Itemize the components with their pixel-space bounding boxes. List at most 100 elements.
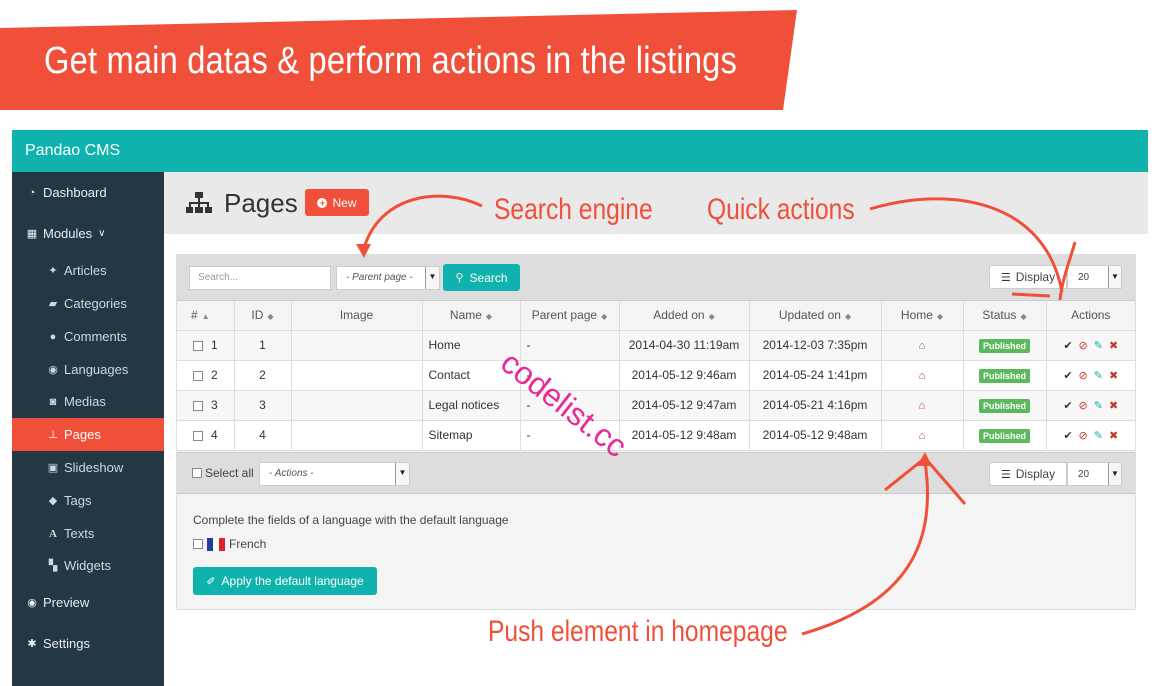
sidebar-item-comments[interactable]: ● Comments: [12, 320, 164, 353]
select-all-label: Select all: [205, 466, 254, 480]
bulk-actions-bar: Select all - Actions - ▼ ☰ Display 20 ▼: [177, 452, 1135, 494]
table-row: 2 2 Contact - 2014-05-12 9:46am 2014-05-…: [177, 360, 1135, 391]
sidebar-item-medias[interactable]: ◙ Medias: [12, 385, 164, 418]
row-status: Published: [963, 360, 1047, 391]
check-icon[interactable]: ✔: [1063, 430, 1072, 442]
row-home[interactable]: ⌂: [881, 420, 964, 451]
row-num: 3: [211, 398, 218, 412]
sidebar-item-tags[interactable]: ◆ Tags: [12, 484, 164, 517]
default-language-hint: Complete the fields of a language with t…: [193, 513, 509, 527]
select-all-checkbox[interactable]: [192, 468, 202, 478]
row-status: Published: [963, 330, 1047, 361]
row-name[interactable]: Home: [422, 330, 521, 361]
magic-wand-icon: ✐: [206, 575, 216, 588]
search-button[interactable]: ⚲ Search: [443, 264, 520, 291]
new-button-label: New: [332, 195, 357, 210]
row-checkbox[interactable]: [193, 430, 203, 441]
check-icon[interactable]: ✔: [1063, 400, 1072, 412]
row-home[interactable]: ⌂: [881, 360, 964, 391]
search-icon: ⚲: [455, 272, 464, 284]
parent-page-select[interactable]: - Parent page - ▼: [336, 266, 440, 290]
delete-icon[interactable]: ✖: [1109, 400, 1118, 412]
ban-icon[interactable]: ⊘: [1079, 400, 1088, 412]
search-input[interactable]: Search...: [189, 266, 331, 290]
home-icon[interactable]: ⌂: [919, 430, 926, 442]
display-button-label: Display: [1015, 467, 1056, 481]
column-header-name[interactable]: Name ◆: [422, 301, 521, 331]
sidebar-item-categories[interactable]: ▰ Categories: [12, 287, 164, 320]
row-added: 2014-05-12 9:48am: [619, 420, 750, 451]
display-count-value: 20: [1078, 272, 1090, 283]
column-header-status[interactable]: Status ◆: [963, 301, 1047, 331]
display-count-select[interactable]: 20 ▼: [1067, 462, 1122, 486]
row-actions: ✔ ⊘ ✎ ✖: [1046, 360, 1135, 391]
edit-icon[interactable]: ✎: [1094, 340, 1103, 352]
language-checkbox[interactable]: [193, 539, 203, 549]
row-actions: ✔ ⊘ ✎ ✖: [1046, 330, 1135, 361]
sidebar-item-languages[interactable]: ◉ Languages: [12, 353, 164, 386]
sidebar-item-pages[interactable]: ⊥ Pages: [12, 418, 164, 451]
app-title[interactable]: Pandao CMS: [25, 142, 120, 159]
globe-icon: ◉: [48, 363, 58, 376]
column-header-updated[interactable]: Updated on ◆: [749, 301, 882, 331]
ban-icon[interactable]: ⊘: [1079, 370, 1088, 382]
bulk-actions-select[interactable]: - Actions - ▼: [259, 462, 410, 486]
row-name[interactable]: Legal notices: [422, 390, 521, 421]
folder-icon: ▰: [48, 297, 58, 310]
sidebar-item-articles[interactable]: ✦ Articles: [12, 254, 164, 287]
row-status: Published: [963, 390, 1047, 421]
sidebar-item-label: Modules: [43, 226, 93, 241]
home-icon[interactable]: ⌂: [919, 370, 926, 382]
status-badge[interactable]: Published: [978, 338, 1030, 353]
column-header-home[interactable]: Home ◆: [881, 301, 964, 331]
column-header-parent[interactable]: Parent page ◆: [520, 301, 620, 331]
sidebar-item-widgets[interactable]: ▚ Widgets: [12, 549, 164, 582]
sidebar-item-settings[interactable]: ✱ Settings: [12, 627, 164, 660]
delete-icon[interactable]: ✖: [1109, 370, 1118, 382]
edit-icon[interactable]: ✎: [1094, 430, 1103, 442]
row-checkbox[interactable]: [193, 370, 203, 381]
widgets-icon: ▚: [48, 559, 58, 572]
home-icon[interactable]: ⌂: [919, 400, 926, 412]
check-icon[interactable]: ✔: [1063, 370, 1072, 382]
sidebar-item-slideshow[interactable]: ▣ Slideshow: [12, 451, 164, 484]
check-icon[interactable]: ✔: [1063, 340, 1072, 352]
display-button[interactable]: ☰ Display: [989, 265, 1067, 289]
edit-icon[interactable]: ✎: [1094, 370, 1103, 382]
row-checkbox[interactable]: [193, 400, 203, 411]
column-header-added[interactable]: Added on ◆: [619, 301, 750, 331]
sitemap-icon: ⊥: [48, 428, 58, 441]
home-icon[interactable]: ⌂: [919, 340, 926, 352]
row-id: 4: [234, 420, 292, 451]
ban-icon[interactable]: ⊘: [1079, 340, 1088, 352]
sidebar-item-dashboard[interactable]: ◔ Dashboard: [12, 176, 164, 209]
row-parent: -: [520, 330, 620, 361]
new-button[interactable]: + New: [305, 189, 369, 216]
row-name[interactable]: Sitemap: [422, 420, 521, 451]
delete-icon[interactable]: ✖: [1109, 430, 1118, 442]
row-image: [291, 390, 423, 421]
eye-icon: ◉: [27, 596, 37, 609]
select-all[interactable]: Select all: [192, 466, 254, 480]
sidebar-item-texts[interactable]: A Texts: [12, 517, 164, 550]
ban-icon[interactable]: ⊘: [1079, 430, 1088, 442]
table-header-row: # ▲ ID ◆ Image Name ◆ Parent page ◆ Added on…: [177, 301, 1135, 331]
language-option-french[interactable]: French: [193, 537, 266, 551]
display-button[interactable]: ☰ Display: [989, 462, 1067, 486]
column-header-num[interactable]: # ▲: [177, 301, 235, 331]
sidebar-item-modules[interactable]: ▦ Modules ∨: [12, 217, 164, 250]
status-badge[interactable]: Published: [978, 428, 1030, 443]
row-checkbox[interactable]: [193, 340, 203, 351]
chevron-down-icon: ▼: [1108, 266, 1121, 288]
sidebar-item-preview[interactable]: ◉ Preview: [12, 586, 164, 619]
row-home[interactable]: ⌂: [881, 330, 964, 361]
row-home[interactable]: ⌂: [881, 390, 964, 421]
status-badge[interactable]: Published: [978, 368, 1030, 383]
column-header-id[interactable]: ID ◆: [234, 301, 292, 331]
apply-default-language-button[interactable]: ✐ Apply the default language: [193, 567, 377, 595]
edit-icon[interactable]: ✎: [1094, 400, 1103, 412]
delete-icon[interactable]: ✖: [1109, 340, 1118, 352]
status-badge[interactable]: Published: [978, 398, 1030, 413]
sidebar-item-label: Dashboard: [43, 185, 107, 200]
display-count-select[interactable]: 20 ▼: [1067, 265, 1122, 289]
